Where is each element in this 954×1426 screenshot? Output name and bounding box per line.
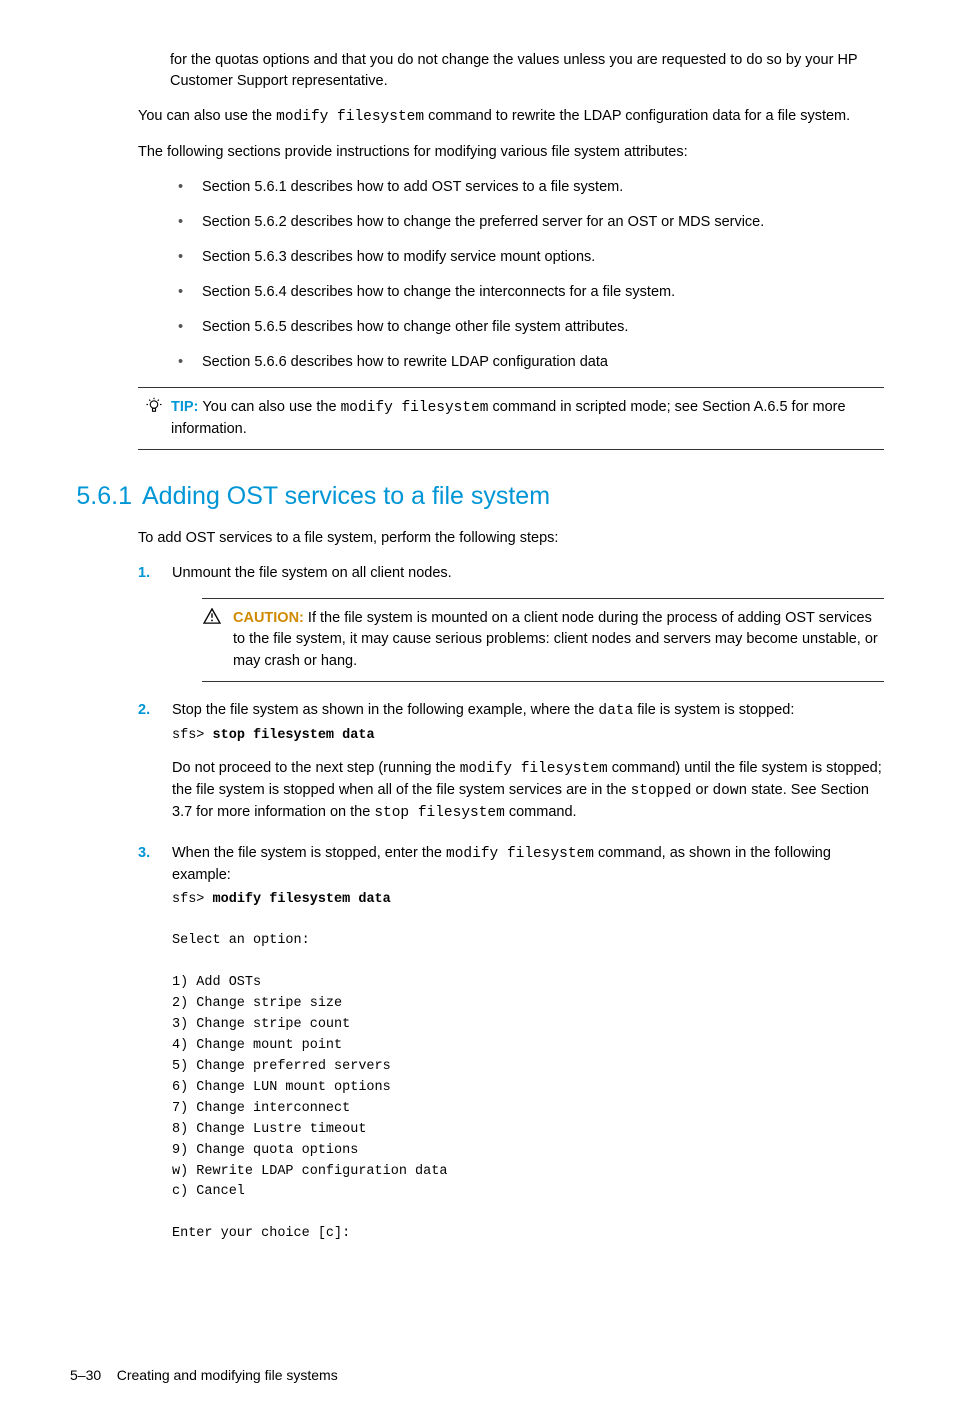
- text-fragment: When the file system is stopped, enter t…: [172, 845, 446, 861]
- page-footer: 5–30 Creating and modifying file systems: [70, 1365, 884, 1385]
- prompt: sfs>: [172, 728, 213, 743]
- menu-output: Select an option: 1) Add OSTs 2) Change …: [172, 933, 447, 1241]
- code-inline: modify filesystem: [276, 109, 424, 125]
- text-fragment: Do not proceed to the next step (running…: [172, 760, 460, 776]
- code-block: sfs> stop filesystem data: [172, 726, 884, 747]
- section-list: Section 5.6.1 describes how to add OST s…: [170, 177, 884, 373]
- list-item: Section 5.6.3 describes how to modify se…: [170, 247, 884, 268]
- text-fragment: or: [692, 782, 713, 798]
- paragraph-add-intro: To add OST services to a file system, pe…: [138, 528, 884, 549]
- step-2: Stop the file system as shown in the fol…: [138, 700, 884, 825]
- command: stop filesystem data: [213, 728, 375, 743]
- paragraph-sections-intro: The following sections provide instructi…: [138, 142, 884, 163]
- code-inline: stopped: [631, 783, 692, 799]
- text-fragment: Stop the file system as shown in the fol…: [172, 702, 598, 718]
- text-fragment: You can also use the: [202, 399, 340, 415]
- section-heading: 5.6.1 Adding OST services to a file syste…: [70, 478, 884, 514]
- code-inline: modify filesystem: [341, 400, 489, 416]
- caution-label: CAUTION:: [233, 610, 308, 626]
- caution-callout: CAUTION: If the file system is mounted o…: [202, 598, 884, 681]
- step-3: When the file system is stopped, enter t…: [138, 843, 884, 1246]
- tip-callout: TIP: You can also use the modify filesys…: [138, 387, 884, 450]
- list-item: Section 5.6.1 describes how to add OST s…: [170, 177, 884, 198]
- prompt: sfs>: [172, 892, 213, 907]
- code-inline: stop filesystem: [374, 805, 505, 821]
- code-inline: down: [712, 783, 747, 799]
- step-text: Unmount the file system on all client no…: [172, 565, 452, 581]
- list-item: Section 5.6.2 describes how to change th…: [170, 212, 884, 233]
- tip-label: TIP:: [171, 399, 202, 415]
- code-inline: modify filesystem: [446, 846, 594, 862]
- heading-number: 5.6.1: [70, 478, 132, 514]
- paragraph-quotas: for the quotas options and that you do n…: [170, 50, 884, 92]
- code-block: sfs> modify filesystem data Select an op…: [172, 890, 884, 1246]
- text-fragment: You can also use the: [138, 108, 276, 124]
- step-1: Unmount the file system on all client no…: [138, 563, 884, 681]
- caution-text: If the file system is mounted on a clien…: [233, 610, 878, 668]
- paragraph-rewrite: You can also use the modify filesystem c…: [138, 106, 884, 128]
- heading-title: Adding OST services to a file system: [142, 482, 550, 510]
- list-item: Section 5.6.4 describes how to change th…: [170, 282, 884, 303]
- page-number: 5–30: [70, 1367, 101, 1383]
- list-item: Section 5.6.5 describes how to change ot…: [170, 317, 884, 338]
- text-fragment: command to rewrite the LDAP configuratio…: [424, 108, 850, 124]
- list-item: Section 5.6.6 describes how to rewrite L…: [170, 352, 884, 373]
- warning-icon: [203, 608, 221, 624]
- text-fragment: file is system is stopped:: [633, 702, 794, 718]
- code-inline: data: [598, 703, 633, 719]
- lightbulb-icon: [145, 397, 163, 415]
- command: modify filesystem data: [213, 892, 391, 907]
- text-fragment: command.: [505, 804, 577, 820]
- code-inline: modify filesystem: [460, 761, 608, 777]
- footer-title: Creating and modifying file systems: [117, 1367, 338, 1383]
